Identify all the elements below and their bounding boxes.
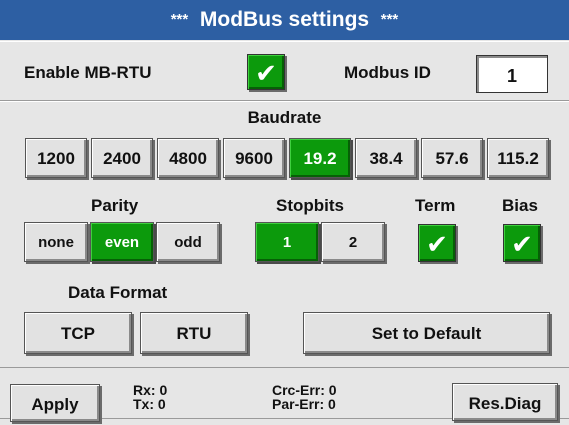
stopbits-option[interactable]: 2 [321,222,385,262]
apply-button[interactable]: Apply [10,384,100,422]
bias-label: Bias [502,196,538,215]
modbus-id-field[interactable]: 1 [476,55,548,93]
title-bar: *** ModBus settings *** [0,0,569,40]
baudrate-option[interactable]: 19.2 [289,138,351,178]
page-title: ModBus settings [199,8,370,31]
term-checkbox[interactable]: ✔ [418,224,456,262]
baudrate-option[interactable]: 115.2 [487,138,549,178]
checkmark-icon: ✔ [511,229,533,259]
enable-mb-rtu-checkbox[interactable]: ✔ [247,54,285,90]
modbus-id-label: Modbus ID [344,63,431,82]
baudrate-option[interactable]: 1200 [25,138,87,178]
data-format-label: Data Format [68,283,168,302]
stopbits-option[interactable]: 1 [255,222,319,262]
baudrate-option[interactable]: 4800 [157,138,219,178]
par-err-counter: Par-Err: 0 [272,396,336,412]
tcp-button[interactable]: TCP [24,312,132,354]
crc-err-counter: Crc-Err: 0 [272,382,337,398]
baudrate-option[interactable]: 57.6 [421,138,483,178]
checkmark-icon: ✔ [426,229,448,259]
rtu-button[interactable]: RTU [140,312,248,354]
parity-option[interactable]: odd [156,222,220,262]
checkmark-icon: ✔ [255,58,277,88]
parity-label: Parity [91,196,139,215]
rx-counter: Rx: 0 [133,382,168,398]
title-stars-left: *** [170,11,189,28]
parity-option[interactable]: even [90,222,154,262]
enable-mb-rtu-label: Enable MB-RTU [24,63,152,82]
tx-counter: Tx: 0 [133,396,166,412]
set-to-default-button[interactable]: Set to Default [303,312,550,354]
stopbits-label: Stopbits [276,196,344,215]
bias-checkbox[interactable]: ✔ [503,224,541,262]
parity-option[interactable]: none [24,222,88,262]
baudrate-option[interactable]: 9600 [223,138,285,178]
term-label: Term [415,196,456,215]
title-stars-right: *** [380,11,399,28]
baudrate-option[interactable]: 2400 [91,138,153,178]
res-diag-button[interactable]: Res.Diag [452,383,558,421]
baudrate-label: Baudrate [247,108,322,127]
baudrate-option[interactable]: 38.4 [355,138,417,178]
